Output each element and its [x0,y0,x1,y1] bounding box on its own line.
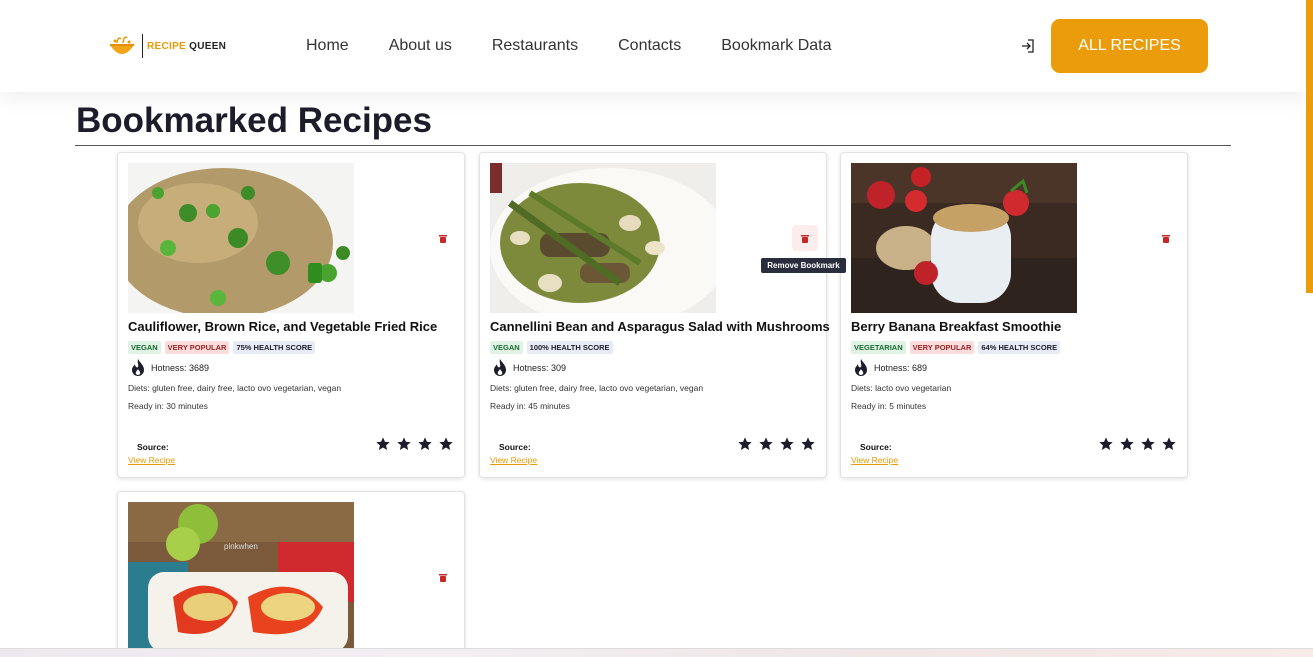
logo-separator [142,34,143,58]
all-recipes-button[interactable]: ALL RECIPES [1051,19,1208,73]
star-icon[interactable] [800,436,816,452]
diet-badge: Vegan [490,341,523,354]
hotness: Hotness: 689 [851,358,927,378]
star-icon[interactable] [375,436,391,452]
hotness: Hotness: 3689 [128,358,209,378]
recipe-card: pinkwhen [117,491,465,657]
badge-row: Vegetarian Very Popular 64% Health Score [851,341,1061,354]
star-rating[interactable] [737,436,816,452]
trash-icon [439,234,447,243]
page-title: Bookmarked Recipes [76,101,432,140]
remove-bookmark-button[interactable] [792,225,818,251]
nav-bookmark-data[interactable]: Bookmark Data [721,36,831,56]
badge-row: Vegan 100% Health Score [490,341,613,354]
recipe-image[interactable] [490,163,716,313]
logo-text-accent: RECIPE [147,40,187,52]
view-recipe-link[interactable]: View Recipe [490,455,537,465]
logo[interactable]: RECIPE QUEEN [108,32,226,60]
trash-icon [801,234,809,243]
recipe-card: Berry Banana Breakfast Smoothie Vegetari… [840,152,1188,478]
main-nav: Home About us Restaurants Contacts Bookm… [306,36,872,56]
taskbar-edge [0,648,1313,657]
remove-bookmark-button[interactable] [430,225,456,251]
view-recipe-link[interactable]: View Recipe [128,455,175,465]
hotness-text: Hotness: 3689 [151,363,210,373]
title-divider [75,145,1231,146]
hotness-text: Hotness: 309 [513,363,567,373]
ready-time: Ready in: 30 minutes [128,401,208,411]
star-icon[interactable] [438,436,454,452]
star-rating[interactable] [375,436,454,452]
recipe-card: Cannellini Bean and Asparagus Salad with… [479,152,830,478]
star-icon[interactable] [1161,436,1177,452]
fire-icon [494,359,506,376]
diet-badge: Vegetarian [851,341,906,354]
login-icon[interactable] [1020,38,1036,54]
diets-text: Diets: lacto ovo vegetarian [851,383,952,393]
recipe-title[interactable]: Berry Banana Breakfast Smoothie [851,319,1061,334]
remove-bookmark-button[interactable] [430,564,456,590]
nav-contacts[interactable]: Contacts [618,36,681,56]
recipe-image[interactable] [851,163,1077,313]
hotness: Hotness: 309 [490,358,566,378]
health-score-badge: 75% Health Score [233,341,316,354]
image-watermark: pinkwhen [224,542,258,551]
star-rating[interactable] [1098,436,1177,452]
source-label: Source: [860,442,892,452]
bowl-icon [108,33,136,59]
trash-icon [1162,234,1170,243]
recipe-title[interactable]: Cauliflower, Brown Rice, and Vegetable F… [128,319,437,334]
remove-bookmark-tooltip: Remove Bookmark [761,258,846,273]
fire-icon [855,359,867,376]
star-icon[interactable] [417,436,433,452]
remove-bookmark-button[interactable] [1153,225,1179,251]
star-icon[interactable] [1140,436,1156,452]
nav-restaurants[interactable]: Restaurants [492,36,578,56]
hotness-text: Hotness: 689 [874,363,928,373]
ready-time: Ready in: 5 minutes [851,401,927,411]
diets-text: Diets: gluten free, dairy free, lacto ov… [490,383,704,393]
star-icon[interactable] [396,436,412,452]
source-label: Source: [499,442,531,452]
nav-home[interactable]: Home [306,36,349,56]
health-score-badge: 64% Health Score [978,341,1061,354]
logo-text-main: QUEEN [189,40,227,52]
scrollbar-thumb[interactable] [1306,0,1313,293]
star-icon[interactable] [1098,436,1114,452]
ready-time: Ready in: 45 minutes [490,401,570,411]
recipe-image[interactable]: pinkwhen [128,502,354,650]
star-icon[interactable] [1119,436,1135,452]
star-icon[interactable] [758,436,774,452]
popular-badge: Very Popular [909,341,975,354]
view-recipe-link[interactable]: View Recipe [851,455,898,465]
star-icon[interactable] [779,436,795,452]
diet-badge: Vegan [128,341,161,354]
recipe-card: Cauliflower, Brown Rice, and Vegetable F… [117,152,465,478]
star-icon[interactable] [737,436,753,452]
trash-icon [439,573,447,582]
site-header: RECIPE QUEEN Home About us Restaurants C… [0,0,1306,92]
diets-text: Diets: gluten free, dairy free, lacto ov… [128,383,342,393]
badge-row: Vegan Very Popular 75% Health Score [128,341,316,354]
logo-wordmark: RECIPE QUEEN [147,41,226,52]
fire-icon [132,359,144,376]
nav-about[interactable]: About us [389,36,452,56]
popular-badge: Very Popular [164,341,230,354]
health-score-badge: 100% Health Score [526,341,613,354]
recipe-title[interactable]: Cannellini Bean and Asparagus Salad with… [490,319,830,334]
recipe-image[interactable] [128,163,354,313]
source-label: Source: [137,442,169,452]
